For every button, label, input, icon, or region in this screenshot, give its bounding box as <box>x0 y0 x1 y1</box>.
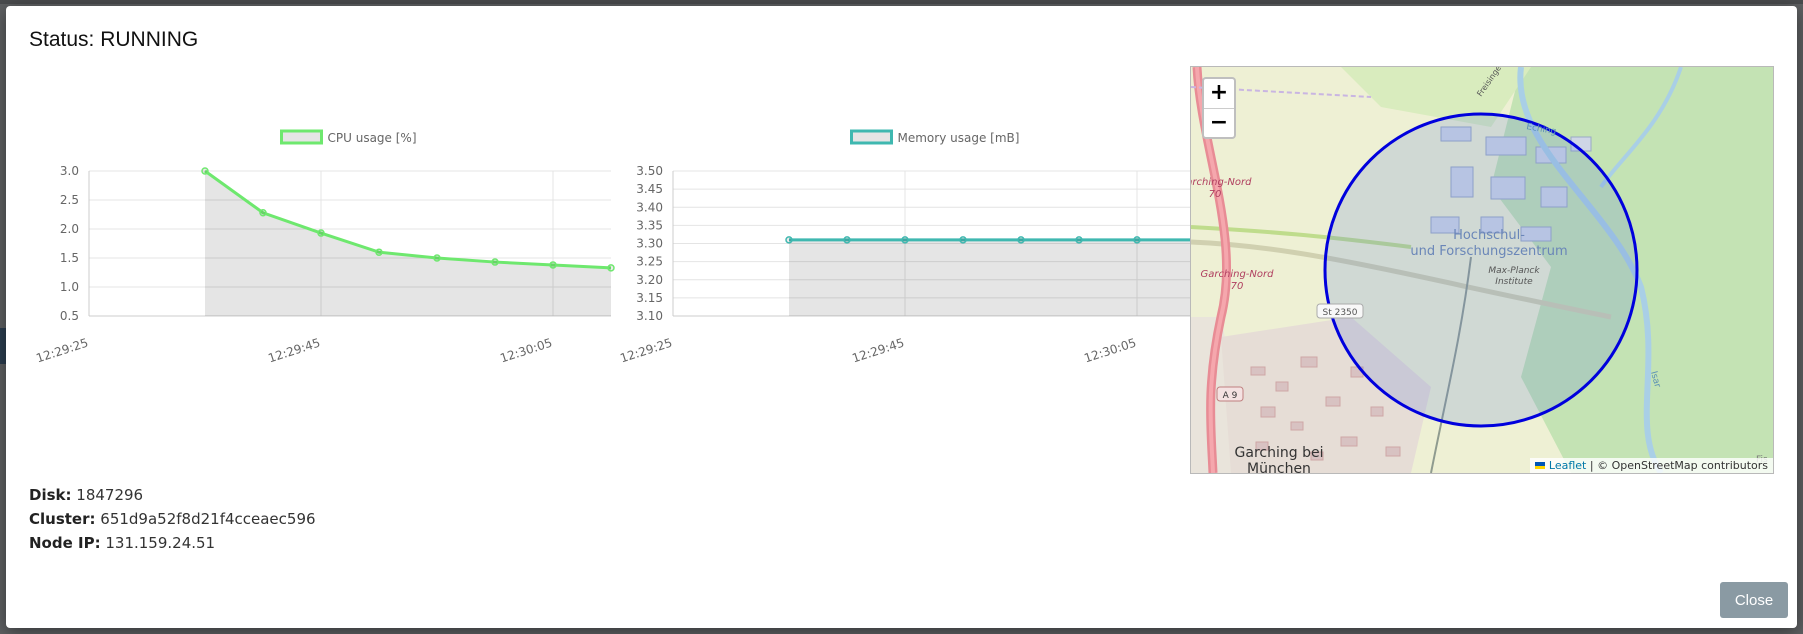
location-map[interactable]: Garching-Nord 70 Garching-Nord 70 Hochsc… <box>1190 66 1774 474</box>
data-point <box>785 236 793 244</box>
data-point <box>901 236 909 244</box>
data-point <box>1133 236 1141 244</box>
y-tick-label: 2.0 <box>60 222 79 236</box>
label-campus-1: Hochschul- <box>1453 228 1525 243</box>
y-tick-label: 3.15 <box>636 291 663 305</box>
y-tick-label: 1.5 <box>60 251 79 265</box>
legend-label: Memory usage [mB] <box>898 131 1020 145</box>
y-tick-label: 3.45 <box>636 182 663 196</box>
data-point <box>959 236 967 244</box>
label-town-1: Garching bei <box>1235 445 1324 461</box>
y-tick-label: 0.5 <box>60 309 79 323</box>
chart-svg: 3.0 2.5 2.0 1.5 1.0 0.5 12:29:25 12:29:45 12:30:… <box>34 129 615 366</box>
x-tick-label: 12:29:45 <box>850 336 906 366</box>
label-garching-nord-mid-num: 70 <box>1231 281 1244 292</box>
data-point <box>1017 236 1025 244</box>
disk-value: 1847296 <box>76 486 144 504</box>
label-st2350: St 2350 <box>1322 308 1357 318</box>
label-garching-nord-top: Garching-Nord <box>1191 177 1252 188</box>
y-tick-label: 3.50 <box>636 164 663 178</box>
y-tick-label: 3.10 <box>636 309 663 323</box>
series-area-fill <box>205 171 611 316</box>
modal-title: Status: RUNNING <box>29 28 199 51</box>
data-point <box>201 167 209 175</box>
node-ip-row: Node IP: 131.159.24.51 <box>29 531 316 555</box>
y-tick-label: 3.40 <box>636 200 663 214</box>
osm-attribution: © OpenStreetMap contributors <box>1597 459 1768 472</box>
label-max-planck-2: Institute <box>1495 277 1533 287</box>
y-tick-label: 3.35 <box>636 218 663 232</box>
map-attribution: Leaflet | © OpenStreetMap contributors <box>1530 458 1773 473</box>
data-point <box>491 258 499 266</box>
zoom-control: + − <box>1202 77 1236 139</box>
label-campus-2: und Forschungszentrum <box>1410 244 1567 259</box>
y-tick-label: 3.0 <box>60 164 79 178</box>
disk-label: Disk: <box>29 486 72 504</box>
x-tick-label: 12:29:25 <box>618 336 674 366</box>
ukraine-flag-icon <box>1535 462 1546 469</box>
map-tiles[interactable]: Garching-Nord 70 Garching-Nord 70 Hochsc… <box>1191 67 1773 473</box>
y-tick-label: 1.0 <box>60 280 79 294</box>
cpu-usage-chart: 3.0 2.5 2.0 1.5 1.0 0.5 12:29:25 12:29:45 12:30:… <box>26 129 615 366</box>
node-ip-value: 131.159.24.51 <box>105 534 216 552</box>
y-tick-label: 3.30 <box>636 237 663 251</box>
label-garching-nord-mid: Garching-Nord <box>1201 269 1275 280</box>
close-button[interactable]: Close <box>1720 582 1788 618</box>
node-status-modal: Status: RUNNING 3.0 2.5 2.0 1.5 1.0 0.5 12:29:… <box>6 6 1797 628</box>
chart-svg: 3.50 3.45 3.40 3.35 3.30 3.25 3.20 3.15 3.10 12:2… <box>618 129 1199 366</box>
data-point <box>843 236 851 244</box>
cluster-value: 651d9a52f8d21f4cceaec596 <box>100 510 316 528</box>
zoom-out-button[interactable]: − <box>1204 109 1234 138</box>
zoom-in-button[interactable]: + <box>1204 79 1234 109</box>
location-radius-circle <box>1323 112 1639 428</box>
data-point <box>317 229 325 237</box>
data-point <box>549 261 557 269</box>
x-tick-label: 12:30:05 <box>498 336 554 366</box>
page-backdrop <box>0 0 1803 4</box>
node-info: Disk: 1847296 Cluster: 651d9a52f8d21f4cc… <box>29 483 316 555</box>
x-tick-label: 12:29:45 <box>266 336 322 366</box>
cluster-label: Cluster: <box>29 510 96 528</box>
y-tick-label: 3.20 <box>636 273 663 287</box>
x-tick-label: 12:29:25 <box>34 336 90 366</box>
legend-swatch <box>850 129 893 145</box>
series-area-fill <box>789 239 1195 316</box>
label-town-2: München <box>1247 461 1311 473</box>
leaflet-link[interactable]: Leaflet <box>1549 459 1586 472</box>
data-point <box>259 209 267 217</box>
data-point <box>433 254 441 262</box>
memory-usage-chart: 3.50 3.45 3.40 3.35 3.30 3.25 3.20 3.15 3.10 12:2… <box>610 129 1199 366</box>
label-a9: A 9 <box>1223 391 1238 401</box>
label-max-planck-1: Max-Planck <box>1488 266 1540 276</box>
label-garching-nord-top-num: 70 <box>1209 189 1222 200</box>
legend-label: CPU usage [%] <box>328 131 417 145</box>
node-ip-label: Node IP: <box>29 534 101 552</box>
legend-swatch <box>280 129 323 145</box>
cluster-row: Cluster: 651d9a52f8d21f4cceaec596 <box>29 507 316 531</box>
attribution-separator: | <box>1589 459 1594 472</box>
data-point <box>375 248 383 256</box>
x-tick-label: 12:30:05 <box>1082 336 1138 366</box>
y-tick-label: 3.25 <box>636 255 663 269</box>
data-point <box>1075 236 1083 244</box>
y-tick-label: 2.5 <box>60 193 79 207</box>
disk-row: Disk: 1847296 <box>29 483 316 507</box>
